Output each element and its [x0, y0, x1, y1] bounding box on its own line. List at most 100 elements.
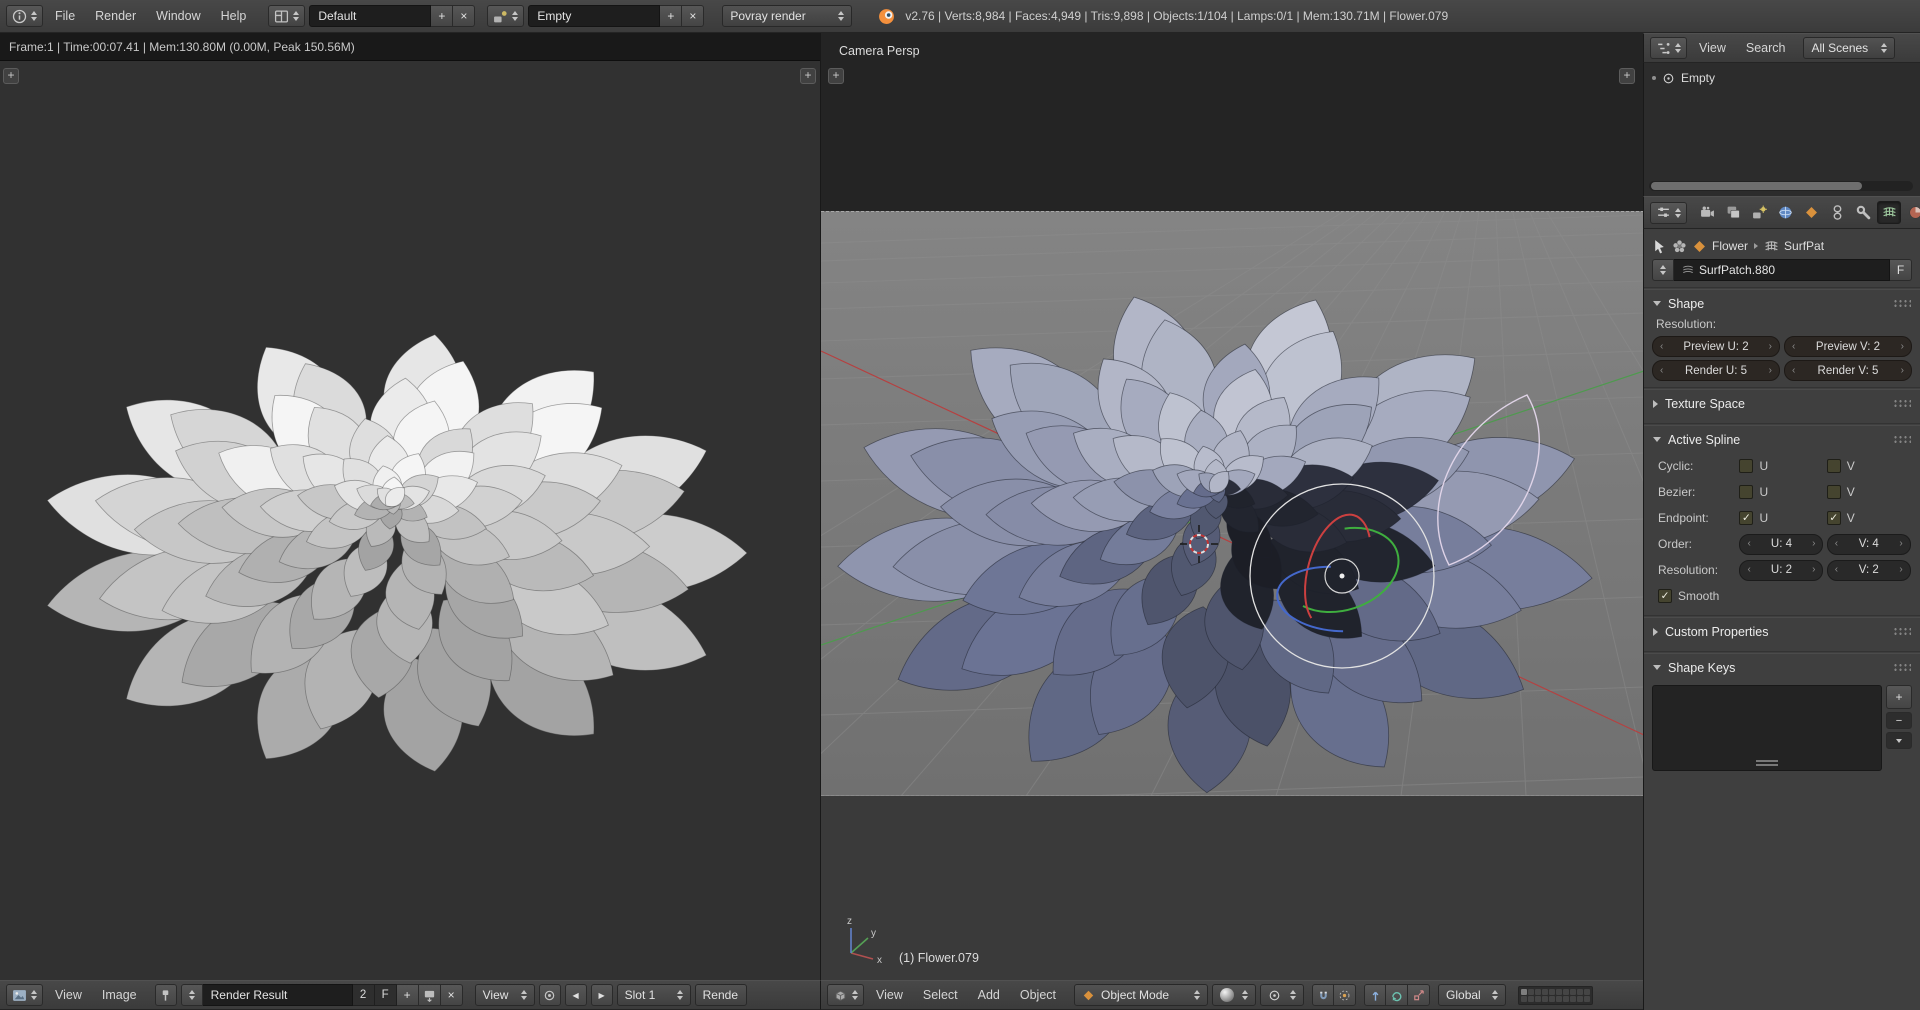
unlink-image-button[interactable]: × — [441, 984, 463, 1006]
render-layer-dropdown[interactable]: Rende — [695, 984, 747, 1006]
render-engine-dropdown[interactable]: Povray render — [722, 5, 852, 27]
menu-image[interactable]: Image — [94, 988, 145, 1002]
menu-object[interactable]: Object — [1012, 988, 1064, 1002]
disclosure-dot-icon[interactable] — [1652, 76, 1656, 80]
region-expand-icon[interactable]: + — [800, 68, 816, 84]
screen-layout-browse-button[interactable] — [268, 5, 305, 27]
properties-tab-constraints[interactable] — [1825, 201, 1849, 224]
manipulator-translate-button[interactable] — [1364, 984, 1386, 1006]
properties-tab-render[interactable] — [1695, 201, 1719, 224]
region-expand-icon[interactable]: + — [828, 68, 844, 84]
editor-type-button-outliner[interactable] — [1650, 37, 1687, 59]
panel-drag-grip[interactable] — [1893, 663, 1911, 672]
menu-file[interactable]: File — [47, 9, 83, 23]
panel-drag-grip[interactable] — [1893, 435, 1911, 444]
pin-image-button[interactable] — [155, 984, 177, 1006]
manipulator-rotate-button[interactable] — [1386, 984, 1408, 1006]
render-slot-dropdown[interactable]: Slot 1 — [617, 984, 691, 1006]
resolution-u-field[interactable]: ‹U: 2› — [1739, 560, 1823, 581]
delete-screen-layout-button[interactable]: × — [453, 5, 475, 27]
endpoint-v-checkbox[interactable]: ✓ — [1827, 511, 1841, 525]
breadcrumb-data-name[interactable]: SurfPat — [1784, 239, 1824, 253]
manipulator-scale-button[interactable] — [1408, 984, 1430, 1006]
image-browse-button[interactable] — [181, 984, 203, 1006]
smooth-checkbox[interactable]: ✓ — [1658, 589, 1672, 603]
panel-drag-grip[interactable] — [1893, 299, 1911, 308]
editor-type-button-properties[interactable] — [1650, 202, 1687, 224]
preview-u-field[interactable]: ‹Preview U: 2› — [1652, 336, 1780, 357]
order-u-field[interactable]: ‹U: 4› — [1739, 534, 1823, 555]
menu-search[interactable]: Search — [1738, 41, 1794, 55]
pivot-point-dropdown[interactable] — [1260, 984, 1304, 1006]
cyclic-u-checkbox[interactable] — [1739, 459, 1753, 473]
fake-user-button[interactable]: F — [1890, 259, 1912, 281]
panel-header-active-spline[interactable]: Active Spline — [1650, 426, 1914, 453]
scene-browse-button[interactable] — [487, 5, 524, 27]
screen-layout-name-field[interactable]: Default — [309, 5, 431, 27]
snap-toggle-button[interactable] — [1312, 984, 1334, 1006]
layers-widget[interactable] — [1518, 986, 1593, 1005]
panel-header-shape[interactable]: Shape — [1650, 290, 1914, 317]
new-image-button[interactable]: + — [397, 984, 419, 1006]
horizontal-scrollbar[interactable] — [1649, 181, 1913, 191]
editor-type-button-3d-view[interactable] — [827, 984, 864, 1006]
region-expand-icon[interactable]: + — [3, 68, 19, 84]
panel-drag-grip[interactable] — [1893, 399, 1911, 408]
bezier-u-checkbox[interactable] — [1739, 485, 1753, 499]
panel-header-shape-keys[interactable]: Shape Keys — [1650, 654, 1914, 681]
properties-tab-render-layers[interactable] — [1721, 201, 1745, 224]
transform-orientation-dropdown[interactable]: Global — [1438, 984, 1506, 1006]
region-expand-icon[interactable]: + — [1619, 68, 1635, 84]
interaction-mode-dropdown[interactable]: Object Mode — [1074, 984, 1208, 1006]
menu-view[interactable]: View — [47, 988, 90, 1002]
editor-type-button-image[interactable] — [6, 984, 43, 1006]
properties-tab-world[interactable] — [1773, 201, 1797, 224]
cyclic-v-checkbox[interactable] — [1827, 459, 1841, 473]
properties-tab-material[interactable] — [1903, 201, 1920, 224]
remove-shape-key-button[interactable]: − — [1886, 712, 1912, 729]
order-v-field[interactable]: ‹V: 4› — [1827, 534, 1911, 555]
properties-tab-modifiers[interactable] — [1851, 201, 1875, 224]
outliner-item-empty[interactable]: Empty — [1644, 68, 1920, 88]
scrollbar-thumb[interactable] — [1651, 182, 1862, 190]
slot-next-button[interactable]: ▶ — [591, 984, 613, 1006]
viewport-shading-dropdown[interactable] — [1212, 984, 1256, 1006]
menu-select[interactable]: Select — [915, 988, 966, 1002]
panel-header-texture-space[interactable]: Texture Space — [1650, 390, 1914, 417]
menu-add[interactable]: Add — [970, 988, 1008, 1002]
menu-view[interactable]: View — [868, 988, 911, 1002]
image-users-count[interactable]: 2 — [353, 984, 375, 1006]
snap-element-button[interactable] — [1334, 984, 1356, 1006]
bezier-v-checkbox[interactable] — [1827, 485, 1841, 499]
add-screen-layout-button[interactable]: + — [431, 5, 453, 27]
menu-render[interactable]: Render — [87, 9, 144, 23]
image-display-options-button[interactable] — [539, 984, 561, 1006]
render-u-field[interactable]: ‹Render U: 5› — [1652, 360, 1780, 381]
panel-header-custom-properties[interactable]: Custom Properties — [1650, 618, 1914, 645]
viewport-canvas[interactable] — [821, 33, 1644, 980]
endpoint-u-checkbox[interactable]: ✓ — [1739, 511, 1753, 525]
scene-name-field[interactable]: Empty — [528, 5, 660, 27]
breadcrumb-object-name[interactable]: Flower — [1712, 239, 1748, 253]
editor-type-button-info[interactable] — [6, 5, 43, 27]
render-v-field[interactable]: ‹Render V: 5› — [1784, 360, 1912, 381]
outliner-display-mode-dropdown[interactable]: All Scenes — [1803, 37, 1895, 59]
properties-tab-scene[interactable] — [1747, 201, 1771, 224]
resolution-v-field[interactable]: ‹V: 2› — [1827, 560, 1911, 581]
slot-previous-button[interactable]: ◀ — [565, 984, 587, 1006]
surface-browse-button[interactable] — [1652, 259, 1674, 281]
shape-key-specials-button[interactable] — [1886, 732, 1912, 749]
preview-v-field[interactable]: ‹Preview V: 2› — [1784, 336, 1912, 357]
view-mode-dropdown[interactable]: View — [475, 984, 535, 1006]
menu-window[interactable]: Window — [148, 9, 208, 23]
properties-tab-object-data[interactable] — [1877, 201, 1901, 224]
delete-scene-button[interactable]: × — [682, 5, 704, 27]
list-resize-grip[interactable] — [1756, 760, 1778, 766]
menu-view[interactable]: View — [1691, 41, 1734, 55]
surface-name-field[interactable]: SurfPatch.880 — [1674, 259, 1890, 281]
fake-user-button[interactable]: F — [375, 984, 397, 1006]
shape-keys-list[interactable] — [1652, 685, 1882, 771]
menu-help[interactable]: Help — [213, 9, 255, 23]
add-shape-key-button[interactable]: + — [1886, 685, 1912, 709]
pack-image-button[interactable] — [419, 984, 441, 1006]
